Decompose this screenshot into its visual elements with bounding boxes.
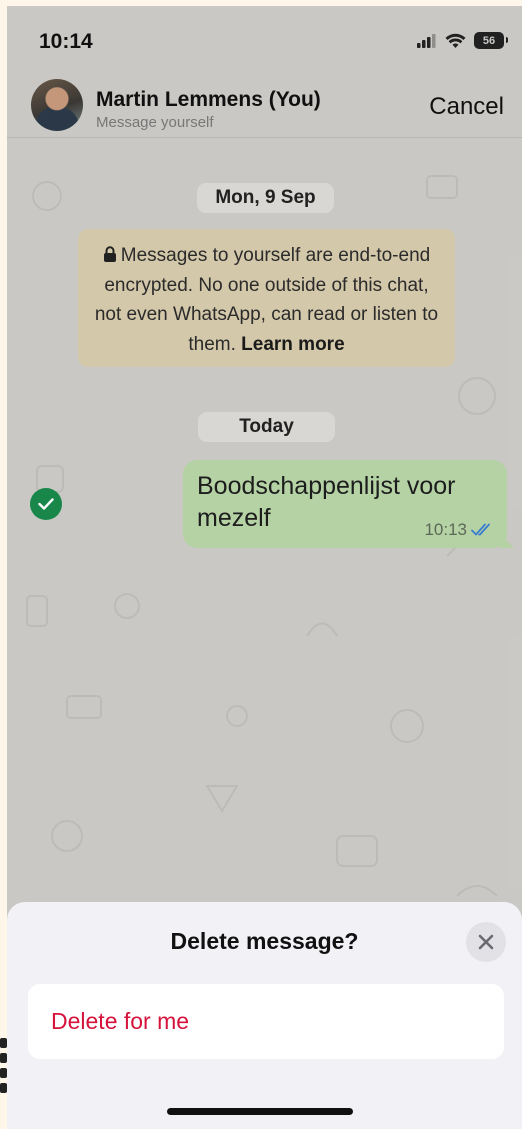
delete-action-sheet: Delete message? Delete for me [7, 902, 522, 1129]
edge-grip-icon [0, 1038, 7, 1093]
close-icon [478, 934, 494, 950]
whatsapp-screen: 10:14 56 Martin Lemmens (You) Message yo… [7, 6, 522, 1129]
delete-for-me-button[interactable]: Delete for me [28, 984, 504, 1059]
sheet-title: Delete message? [170, 928, 359, 954]
close-button[interactable] [466, 922, 506, 962]
home-indicator[interactable] [167, 1108, 353, 1115]
